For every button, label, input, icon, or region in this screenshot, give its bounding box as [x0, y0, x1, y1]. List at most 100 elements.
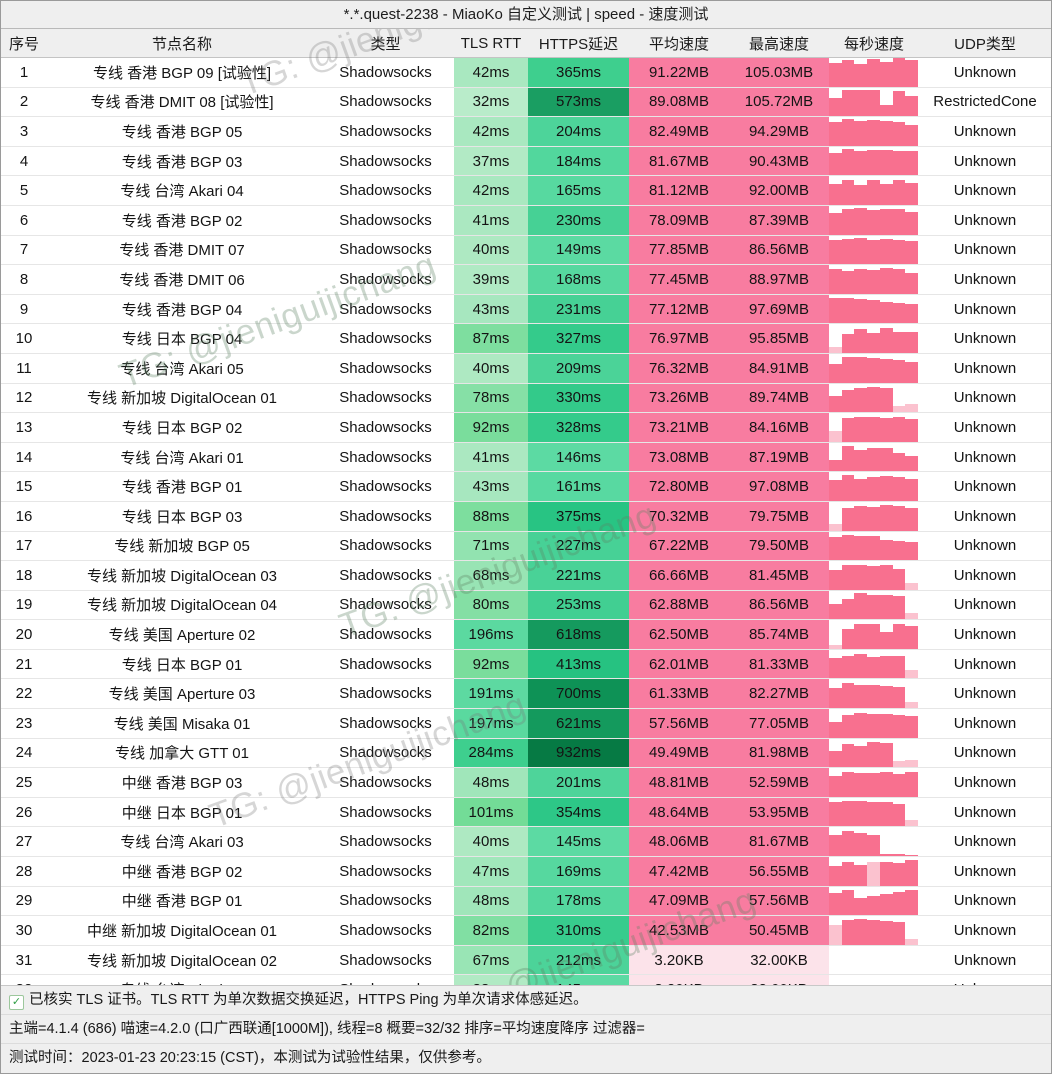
max-speed-value: 95.85MB — [729, 323, 829, 354]
speedtest-window: *.*.quest-2238 - MiaoKo 自定义测试 | speed - … — [0, 0, 1052, 1074]
per-second-speed-sparkline — [829, 886, 919, 917]
table-row[interactable]: 11 专线 台湾 Akari 05 Shadowsocks 40ms 209ms 76.3… — [1, 353, 1051, 384]
node-name: 专线 台湾 Akari 03 — [47, 826, 317, 858]
row-index: 15 — [1, 471, 47, 502]
table-row[interactable]: 21 专线 日本 BGP 01 Shadowsocks 92ms 413ms 62.01M… — [1, 649, 1051, 680]
column-header-tls-rtt[interactable]: TLS RTT — [454, 29, 528, 58]
node-name: 专线 香港 DMIT 08 [试验性] — [47, 87, 317, 118]
table-row[interactable]: 16 专线 日本 BGP 03 Shadowsocks 88ms 375ms 70.32M… — [1, 501, 1051, 532]
avg-speed-value: 47.42MB — [629, 856, 729, 887]
row-index: 31 — [1, 945, 47, 976]
per-second-speed-sparkline — [829, 264, 919, 295]
tls-rtt-value: 191ms — [454, 678, 528, 710]
tls-rtt-value: 67ms — [454, 945, 528, 976]
column-header-type[interactable]: 类型 — [317, 29, 454, 58]
avg-speed-value: 61.33MB — [629, 678, 729, 710]
table-row[interactable]: 19 专线 新加坡 DigitalOcean 04 Shadowsocks 80ms 2… — [1, 590, 1051, 621]
row-index: 18 — [1, 560, 47, 591]
node-name: 专线 日本 BGP 04 — [47, 323, 317, 354]
table-row[interactable]: 20 专线 美国 Aperture 02 Shadowsocks 196ms 618ms… — [1, 619, 1051, 650]
table-row[interactable]: 25 中继 香港 BGP 03 Shadowsocks 48ms 201ms 48.81M… — [1, 767, 1051, 798]
node-name: 专线 新加坡 DigitalOcean 03 — [47, 560, 317, 591]
per-second-speed-sparkline — [829, 560, 919, 591]
table-row[interactable]: 7 专线 香港 DMIT 07 Shadowsocks 40ms 149ms 77.85M… — [1, 235, 1051, 266]
max-speed-value: 84.16MB — [729, 412, 829, 443]
node-type: Shadowsocks — [317, 767, 454, 798]
max-speed-value: 79.50MB — [729, 531, 829, 562]
table-row[interactable]: 3 专线 香港 BGP 05 Shadowsocks 42ms 204ms 82.49MB… — [1, 116, 1051, 147]
tls-rtt-value: 47ms — [454, 856, 528, 887]
per-second-speed-sparkline — [829, 235, 919, 266]
node-type: Shadowsocks — [317, 945, 454, 976]
row-index: 27 — [1, 826, 47, 858]
max-speed-value: 82.27MB — [729, 678, 829, 710]
table-row[interactable]: 14 专线 台湾 Akari 01 Shadowsocks 41ms 146ms 73.0… — [1, 442, 1051, 473]
table-row[interactable]: 1 专线 香港 BGP 09 [试验性] Shadowsocks 42ms 365ms 9… — [1, 57, 1051, 88]
row-index: 24 — [1, 738, 47, 769]
column-header-avg-speed[interactable]: 平均速度 — [629, 29, 729, 58]
table-row[interactable]: 24 专线 加拿大 GTT 01 Shadowsocks 284ms 932ms 49.4… — [1, 738, 1051, 769]
udp-type-value: Unknown — [919, 826, 1051, 858]
table-row[interactable]: 9 专线 香港 BGP 04 Shadowsocks 43ms 231ms 77.12MB… — [1, 294, 1051, 325]
node-type: Shadowsocks — [317, 531, 454, 562]
column-header-index[interactable]: 序号 — [1, 29, 47, 58]
table-row[interactable]: 17 专线 新加坡 BGP 05 Shadowsocks 71ms 227ms 67.22… — [1, 531, 1051, 562]
https-latency-value: 310ms — [528, 915, 629, 946]
node-name: 专线 日本 BGP 01 — [47, 649, 317, 680]
udp-type-value: Unknown — [919, 353, 1051, 384]
table-row[interactable]: 27 专线 台湾 Akari 03 Shadowsocks 40ms 145ms 48.0… — [1, 826, 1051, 858]
footer-note-text: 已核实 TLS 证书。TLS RTT 为单次数据交换延迟，HTTPS Ping … — [29, 992, 588, 1008]
node-type: Shadowsocks — [317, 294, 454, 325]
table-row[interactable]: 4 专线 香港 BGP 03 Shadowsocks 37ms 184ms 81.67MB… — [1, 146, 1051, 177]
column-header-per-second-speed[interactable]: 每秒速度 — [829, 29, 919, 58]
row-index: 29 — [1, 886, 47, 917]
table-row[interactable]: 13 专线 日本 BGP 02 Shadowsocks 92ms 328ms 73.21M… — [1, 412, 1051, 443]
node-type: Shadowsocks — [317, 175, 454, 206]
https-latency-value: 618ms — [528, 619, 629, 650]
table-row[interactable]: 6 专线 香港 BGP 02 Shadowsocks 41ms 230ms 78.09MB… — [1, 205, 1051, 236]
table-row[interactable]: 23 专线 美国 Misaka 01 Shadowsocks 197ms 621ms 57… — [1, 708, 1051, 739]
table-row[interactable]: 12 专线 新加坡 DigitalOcean 01 Shadowsocks 78ms 3… — [1, 383, 1051, 414]
max-speed-value: 89.74MB — [729, 383, 829, 414]
row-index: 10 — [1, 323, 47, 354]
column-header-udp-type[interactable]: UDP类型 — [919, 29, 1051, 58]
udp-type-value: Unknown — [919, 294, 1051, 325]
table-row[interactable]: 15 专线 香港 BGP 01 Shadowsocks 43ms 161ms 72.80M… — [1, 471, 1051, 502]
column-header-max-speed[interactable]: 最高速度 — [729, 29, 829, 58]
table-row[interactable]: 10 专线 日本 BGP 04 Shadowsocks 87ms 327ms 76.97M… — [1, 323, 1051, 354]
row-index: 1 — [1, 57, 47, 88]
tls-rtt-value: 48ms — [454, 767, 528, 798]
table-header-row: 序号 节点名称 类型 TLS RTT HTTPS延迟 平均速度 最高速度 每秒速… — [1, 29, 1051, 58]
table-row[interactable]: 30 中继 新加坡 DigitalOcean 01 Shadowsocks 82ms 3… — [1, 915, 1051, 946]
per-second-speed-sparkline — [829, 412, 919, 443]
table-row[interactable]: 18 专线 新加坡 DigitalOcean 03 Shadowsocks 68ms 2… — [1, 560, 1051, 591]
check-icon: ✓ — [9, 995, 24, 1010]
footer-panel: ✓ 已核实 TLS 证书。TLS RTT 为单次数据交换延迟，HTTPS Ping… — [1, 985, 1051, 1073]
column-header-https-latency[interactable]: HTTPS延迟 — [528, 29, 629, 58]
table-row[interactable]: 2 专线 香港 DMIT 08 [试验性] Shadowsocks 32ms 573ms… — [1, 87, 1051, 118]
per-second-speed-sparkline — [829, 471, 919, 502]
avg-speed-value: 91.22MB — [629, 57, 729, 88]
node-name: 专线 日本 BGP 02 — [47, 412, 317, 443]
table-row[interactable]: 26 中继 日本 BGP 01 Shadowsocks 101ms 354ms 48.64… — [1, 797, 1051, 828]
table-row[interactable]: 28 中继 香港 BGP 02 Shadowsocks 47ms 169ms 47.42M… — [1, 856, 1051, 887]
row-index: 22 — [1, 678, 47, 710]
table-row[interactable]: 8 专线 香港 DMIT 06 Shadowsocks 39ms 168ms 77.45M… — [1, 264, 1051, 295]
table-row[interactable]: 22 专线 美国 Aperture 03 Shadowsocks 191ms 700ms… — [1, 678, 1051, 710]
table-row[interactable]: 31 专线 新加坡 DigitalOcean 02 Shadowsocks 67ms 2… — [1, 945, 1051, 976]
avg-speed-value: 66.66MB — [629, 560, 729, 591]
per-second-speed-sparkline — [829, 797, 919, 828]
https-latency-value: 169ms — [528, 856, 629, 887]
per-second-speed-sparkline — [829, 501, 919, 532]
https-latency-value: 178ms — [528, 886, 629, 917]
udp-type-value: Unknown — [919, 205, 1051, 236]
per-second-speed-sparkline — [829, 146, 919, 177]
udp-type-value: Unknown — [919, 915, 1051, 946]
avg-speed-value: 42.53MB — [629, 915, 729, 946]
udp-type-value: Unknown — [919, 235, 1051, 266]
table-row[interactable]: 5 专线 台湾 Akari 04 Shadowsocks 42ms 165ms 81.12… — [1, 175, 1051, 206]
table-row[interactable]: 29 中继 香港 BGP 01 Shadowsocks 48ms 178ms 47.09M… — [1, 886, 1051, 917]
column-header-node-name[interactable]: 节点名称 — [47, 29, 317, 58]
node-name: 专线 香港 BGP 05 — [47, 116, 317, 147]
tls-rtt-value: 82ms — [454, 915, 528, 946]
